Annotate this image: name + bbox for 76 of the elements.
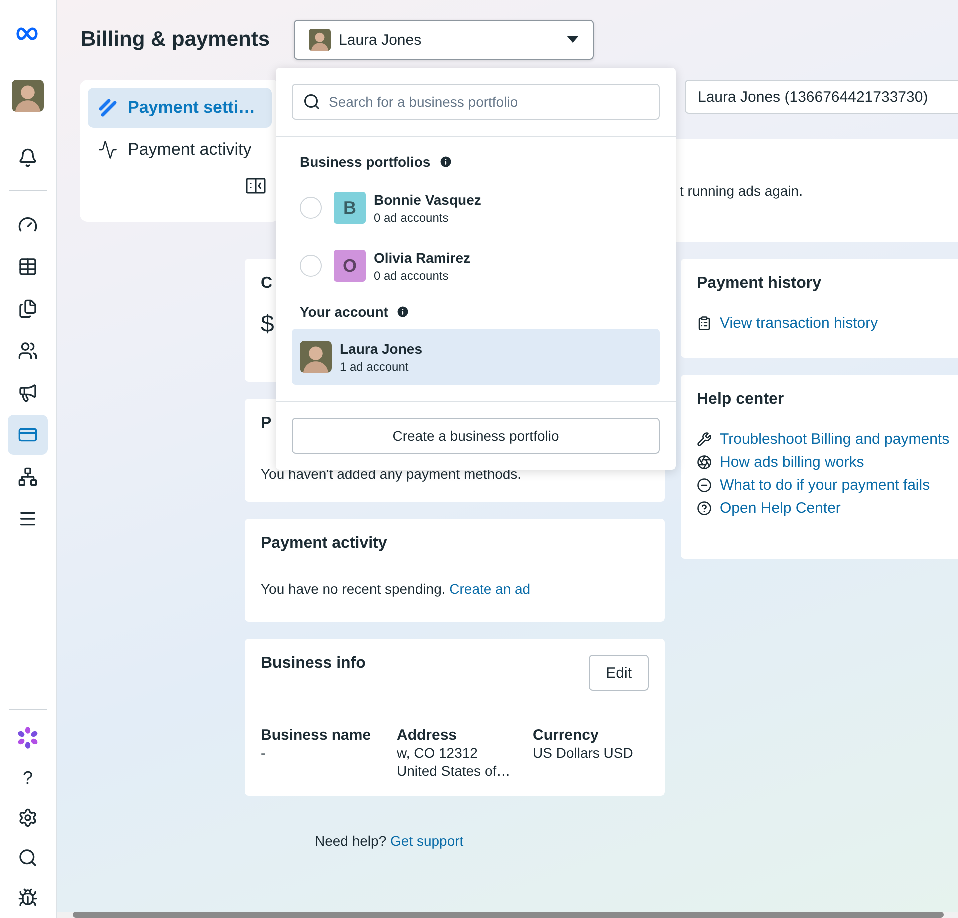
minus-circle-icon <box>697 478 712 493</box>
edit-button[interactable]: Edit <box>589 655 649 691</box>
field-label: Currency <box>533 727 600 744</box>
portfolio-option[interactable]: B Bonnie Vasquez 0 ad accounts <box>292 179 660 237</box>
letter-tile: O <box>334 250 366 282</box>
field-value: United States of… <box>397 762 512 780</box>
ad-account-field[interactable]: Laura Jones (1366764421733730) <box>685 80 958 114</box>
search-icon[interactable] <box>18 848 38 868</box>
option-subtitle: 0 ad accounts <box>374 268 450 282</box>
help-text[interactable]: ? <box>22 768 33 788</box>
search-icon <box>303 93 321 111</box>
help-link[interactable]: Troubleshoot Billing and payments <box>720 431 950 448</box>
card-title: Business info <box>261 655 366 673</box>
card-text: You have no recent spending. <box>261 581 446 597</box>
nav-item[interactable]: Payment activity <box>88 130 272 170</box>
documents-icon[interactable] <box>18 299 38 319</box>
field-label: Business name <box>261 727 372 744</box>
nav-item[interactable]: Payment setti… <box>88 88 272 128</box>
create-ad-link[interactable]: Create an ad <box>450 581 531 597</box>
radio-button[interactable] <box>300 197 322 219</box>
help-prompt: Need help? <box>315 833 387 849</box>
stripes-icon <box>98 98 118 118</box>
field-value: US Dollars USD <box>533 744 634 762</box>
page-title: Billing & payments <box>81 28 270 52</box>
wrench-icon <box>697 432 712 447</box>
help-link[interactable]: What to do if your payment fails <box>720 477 930 494</box>
option-subtitle: 1 ad account <box>340 360 410 374</box>
section-title: Business portfolios <box>300 154 431 170</box>
info-icon[interactable] <box>438 155 453 169</box>
bell-icon[interactable] <box>18 148 38 168</box>
settings-icon[interactable] <box>18 808 38 828</box>
avatar <box>300 341 332 373</box>
collapse-icon[interactable] <box>246 178 266 194</box>
history-link[interactable]: View transaction history <box>720 315 878 332</box>
help-icon <box>697 501 712 516</box>
card-title: Help center <box>697 391 784 409</box>
card-text: You haven't added any payment methods. <box>261 466 522 482</box>
field-label: Address <box>397 727 458 744</box>
card-title: Payment activity <box>261 535 388 553</box>
card-title: P <box>261 415 272 433</box>
search-field[interactable]: Search for a business portfolio <box>292 84 660 120</box>
avatar <box>309 29 332 51</box>
field-value: w, CO 12312 <box>397 744 479 762</box>
letter-tile: B <box>334 192 366 224</box>
radio-button[interactable] <box>300 255 322 277</box>
field-value: - <box>261 744 267 762</box>
help-link[interactable]: Open Help Center <box>720 500 841 517</box>
card-title: C <box>261 275 273 293</box>
pulse-icon <box>98 140 118 160</box>
create-portfolio-button[interactable]: Create a business portfolio <box>292 418 660 454</box>
card-title: Payment history <box>697 275 822 293</box>
option-name: Bonnie Vasquez <box>374 192 482 208</box>
info-icon[interactable] <box>396 305 410 319</box>
bug-icon[interactable] <box>18 888 38 908</box>
option-name: Olivia Ramirez <box>374 250 470 266</box>
option-name: Laura Jones <box>340 340 422 356</box>
help-link[interactable]: How ads billing works <box>720 454 864 471</box>
amount-text: $ <box>261 311 274 339</box>
account-dropdown[interactable]: Laura Jones <box>294 20 594 60</box>
portfolio-option[interactable]: Laura Jones 1 ad account <box>292 329 660 385</box>
rail-item[interactable] <box>8 415 48 455</box>
table-icon[interactable] <box>18 257 38 277</box>
notice-text: t running ads again. <box>680 182 803 198</box>
portfolio-option[interactable]: O Olivia Ramirez 0 ad accounts <box>292 237 660 295</box>
flower-icon[interactable] <box>16 726 40 750</box>
people-icon[interactable] <box>18 341 38 361</box>
receipt-icon <box>697 316 712 331</box>
caret-icon <box>567 36 580 44</box>
aperture-icon <box>697 455 712 470</box>
support-link[interactable]: Get support <box>390 833 464 849</box>
option-subtitle: 0 ad accounts <box>374 210 450 224</box>
avatar <box>12 80 44 112</box>
scrollbar[interactable] <box>57 912 958 918</box>
megaphone-icon[interactable] <box>18 383 38 403</box>
section-title: Your account <box>300 304 388 320</box>
network-icon[interactable] <box>18 467 38 487</box>
